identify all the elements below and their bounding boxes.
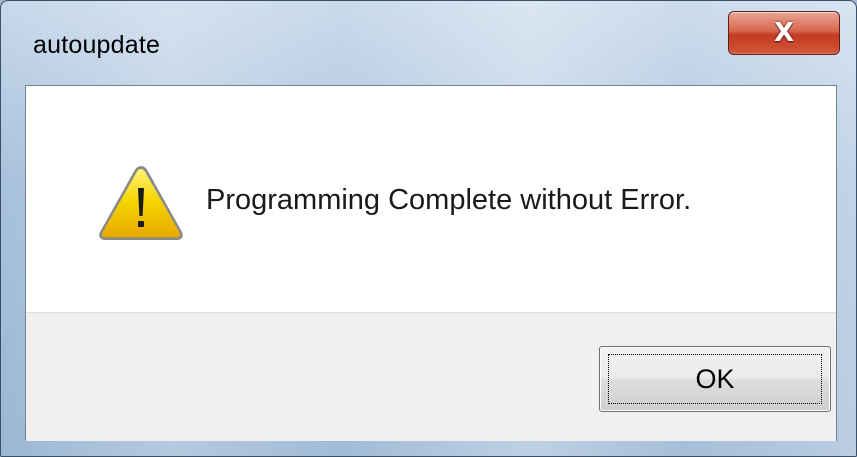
dialog-message: Programming Complete without Error. xyxy=(206,184,692,216)
dialog-body: Programming Complete without Error. OK xyxy=(25,85,837,441)
ok-button-label: OK xyxy=(695,363,735,394)
title-bar[interactable]: autoupdate X xyxy=(1,1,856,85)
warning-icon xyxy=(99,166,183,240)
ok-button[interactable]: OK xyxy=(599,346,831,412)
message-area: Programming Complete without Error. xyxy=(26,86,836,312)
close-icon: X xyxy=(773,18,795,48)
focus-rectangle: OK xyxy=(608,354,822,404)
close-button[interactable]: X xyxy=(728,11,840,55)
message-dialog: autoupdate X Programming Complete withou… xyxy=(0,0,857,457)
button-bar: OK xyxy=(26,312,836,441)
window-title: autoupdate xyxy=(33,31,161,59)
